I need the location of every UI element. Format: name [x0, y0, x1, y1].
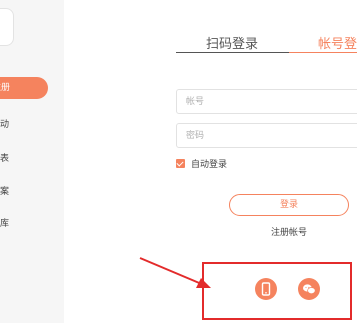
annotation-arrow-icon	[139, 257, 211, 288]
login-page: 注册 动 表 案 库 扫码登录 帐号登 自动登录 登录 注册帐号	[0, 0, 357, 323]
